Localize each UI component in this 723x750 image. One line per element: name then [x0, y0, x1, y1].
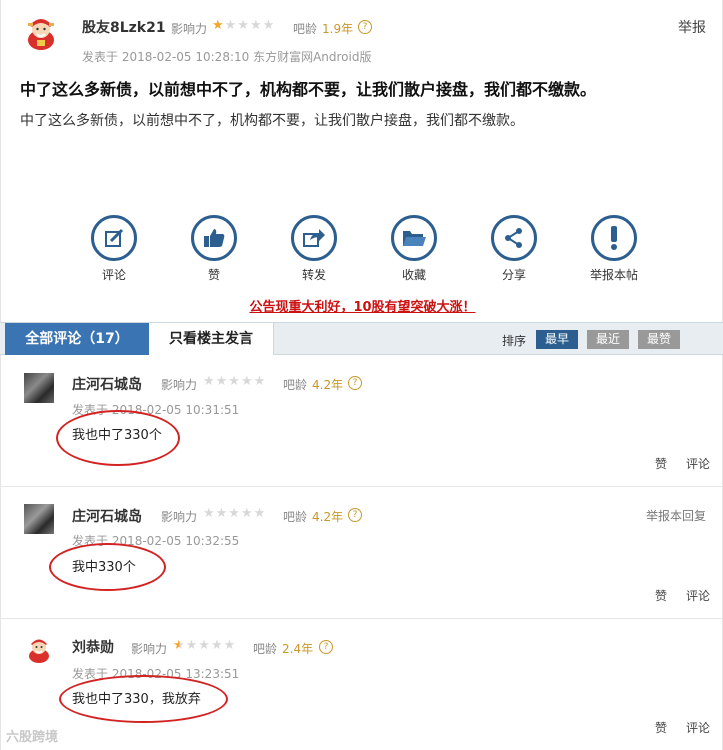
comment-like-link[interactable]: 赞	[655, 719, 667, 736]
influence-stars: ★★★★★	[203, 374, 267, 389]
favorite-label: 收藏	[401, 268, 426, 282]
help-icon[interactable]: ?	[348, 376, 362, 390]
like-button[interactable]: 赞	[184, 215, 244, 283]
username[interactable]: 庄河石城岛	[72, 374, 142, 394]
report-link[interactable]: 举报	[678, 17, 706, 37]
help-icon[interactable]: ?	[319, 640, 333, 654]
influence-stars: ★★★★★	[173, 638, 237, 653]
tab-owner-only[interactable]: 只看楼主发言	[149, 323, 274, 355]
avatar[interactable]	[24, 373, 54, 403]
annotation-oval	[56, 410, 180, 466]
edit-icon	[91, 215, 137, 261]
main-post: 股友8Lzk21 影响力 ★★★★★ 吧龄 1.9年 ? 举报 发表于 2018…	[0, 0, 723, 322]
comment-item: 庄河石城岛 影响力 ★★★★★ 吧龄 4.2年 ? 发表于 2018-02-05…	[0, 355, 723, 487]
annotation-oval	[59, 675, 228, 723]
sort-label: 排序	[502, 334, 527, 348]
avatar[interactable]	[24, 504, 54, 534]
sort-latest-button[interactable]: 最近	[587, 330, 629, 349]
age-value: 4.2年	[312, 378, 344, 392]
influence-stars: ★★★★★	[212, 18, 276, 33]
forward-label: 转发	[301, 268, 326, 282]
comment-reply-link[interactable]: 评论	[686, 587, 710, 604]
avatar[interactable]	[24, 16, 58, 50]
username[interactable]: 庄河石城岛	[72, 506, 142, 526]
thumbs-up-icon	[191, 215, 237, 261]
influence-label: 影响力	[171, 22, 208, 36]
tab-all-comments[interactable]: 全部评论（17）	[5, 323, 149, 355]
username[interactable]: 股友8Lzk21	[82, 17, 166, 37]
comment-like-link[interactable]: 赞	[655, 587, 667, 604]
comment-label: 评论	[101, 268, 126, 282]
help-icon[interactable]: ?	[358, 20, 372, 34]
age-label: 吧龄	[253, 642, 278, 656]
post-title: 中了这么多新债，以前想中不了，机构都不要，让我们散户接盘，我们都不缴款。	[20, 80, 597, 99]
folder-icon	[391, 215, 437, 261]
age-value: 4.2年	[312, 510, 344, 524]
age-value: 2.4年	[282, 642, 314, 656]
comment-item: 庄河石城岛 影响力 ★★★★★ 吧龄 4.2年 ? 举报本回复 发表于 2018…	[0, 487, 723, 619]
age-value: 1.9年	[322, 22, 354, 36]
exclamation-icon	[591, 215, 637, 261]
age-label: 吧龄	[283, 378, 308, 392]
username[interactable]: 刘恭勋	[72, 637, 114, 657]
comment-tabbar: 全部评论（17） 只看楼主发言 排序 最早 最近 最赞	[0, 322, 723, 355]
share-label: 分享	[501, 268, 526, 282]
comment-button[interactable]: 评论	[84, 215, 144, 283]
influence-label: 影响力	[161, 510, 198, 524]
comment-reply-link[interactable]: 评论	[686, 719, 710, 736]
report-post-label: 举报本帖	[589, 268, 638, 282]
influence-stars: ★★★★★	[203, 506, 267, 521]
like-label: 赞	[207, 268, 220, 282]
share-forward-icon	[291, 215, 337, 261]
promo-link[interactable]: 公告现重大利好，10股有望突破大涨！	[1, 296, 723, 315]
watermark: 六股跨境	[6, 730, 59, 745]
comment-item: 刘恭勋 影响力 ★★★★★ 吧龄 2.4年 ? 发表于 2018-02-05 1…	[0, 619, 723, 750]
comment-like-link[interactable]: 赞	[655, 455, 667, 472]
post-body: 中了这么多新债，以前想中不了，机构都不要，让我们散户接盘，我们都不缴款。	[20, 113, 524, 129]
influence-label: 影响力	[131, 642, 168, 656]
share-button[interactable]: 分享	[484, 215, 544, 283]
favorite-button[interactable]: 收藏	[384, 215, 444, 283]
share-icon	[491, 215, 537, 261]
sort-earliest-button[interactable]: 最早	[536, 330, 578, 349]
forward-button[interactable]: 转发	[284, 215, 344, 283]
report-reply-link[interactable]: 举报本回复	[646, 507, 706, 524]
influence-label: 影响力	[161, 378, 198, 392]
age-label: 吧龄	[283, 510, 308, 524]
avatar[interactable]	[27, 637, 51, 663]
report-post-button[interactable]: 举报本帖	[584, 215, 644, 283]
posted-at: 发表于 2018-02-05 10:28:10 东方财富网Android版	[82, 50, 372, 64]
annotation-oval	[49, 543, 166, 591]
sort-top-button[interactable]: 最赞	[638, 330, 680, 349]
help-icon[interactable]: ?	[348, 508, 362, 522]
comment-reply-link[interactable]: 评论	[686, 455, 710, 472]
age-label: 吧龄	[293, 22, 318, 36]
